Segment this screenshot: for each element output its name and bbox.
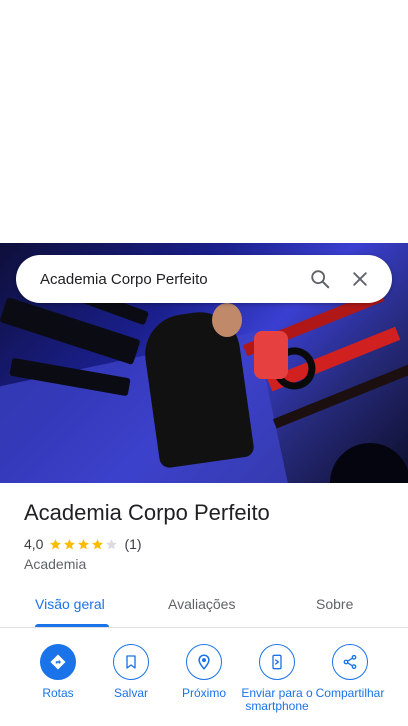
star-icon	[92, 538, 104, 549]
save-button[interactable]: Salvar	[91, 644, 171, 700]
nearby-icon	[186, 644, 222, 680]
review-count[interactable]: (1)	[124, 536, 141, 552]
action-bar: Rotas Salvar Próximo Enviar para o smart…	[0, 644, 408, 726]
directions-icon	[40, 644, 76, 680]
rating-stars	[49, 538, 118, 551]
rating-row[interactable]: 4,0 (1)	[24, 536, 142, 552]
active-tab-indicator	[35, 624, 109, 627]
star-icon	[106, 538, 118, 549]
share-label: Compartilhar	[315, 686, 385, 700]
send-to-phone-label: Enviar para o smartphone	[241, 686, 313, 713]
directions-button[interactable]: Rotas	[18, 644, 98, 700]
map-blank-area	[0, 0, 408, 243]
bookmark-icon	[113, 644, 149, 680]
star-icon	[78, 538, 90, 549]
search-bar[interactable]: Academia Corpo Perfeito	[16, 255, 392, 303]
rating-value: 4,0	[24, 536, 44, 552]
star-icon	[50, 538, 62, 549]
nearby-label: Próximo	[181, 686, 226, 700]
nearby-button[interactable]: Próximo	[164, 644, 244, 700]
share-button[interactable]: Compartilhar	[310, 644, 390, 700]
tab-about[interactable]: Sobre	[316, 596, 353, 612]
directions-label: Rotas	[42, 686, 74, 700]
tab-reviews[interactable]: Avaliações	[168, 596, 235, 612]
save-label: Salvar	[113, 686, 148, 700]
tab-overview[interactable]: Visão geral	[35, 596, 105, 612]
close-icon[interactable]	[340, 259, 380, 299]
search-input[interactable]: Academia Corpo Perfeito	[40, 271, 300, 288]
search-icon[interactable]	[300, 259, 340, 299]
star-icon	[64, 538, 76, 549]
share-icon	[332, 644, 368, 680]
place-title: Academia Corpo Perfeito	[24, 500, 270, 525]
send-to-phone-icon	[259, 644, 295, 680]
send-to-phone-button[interactable]: Enviar para o smartphone	[237, 644, 317, 713]
place-tabs: Visão geral Avaliações Sobre	[0, 584, 408, 628]
place-category: Academia	[24, 556, 87, 572]
